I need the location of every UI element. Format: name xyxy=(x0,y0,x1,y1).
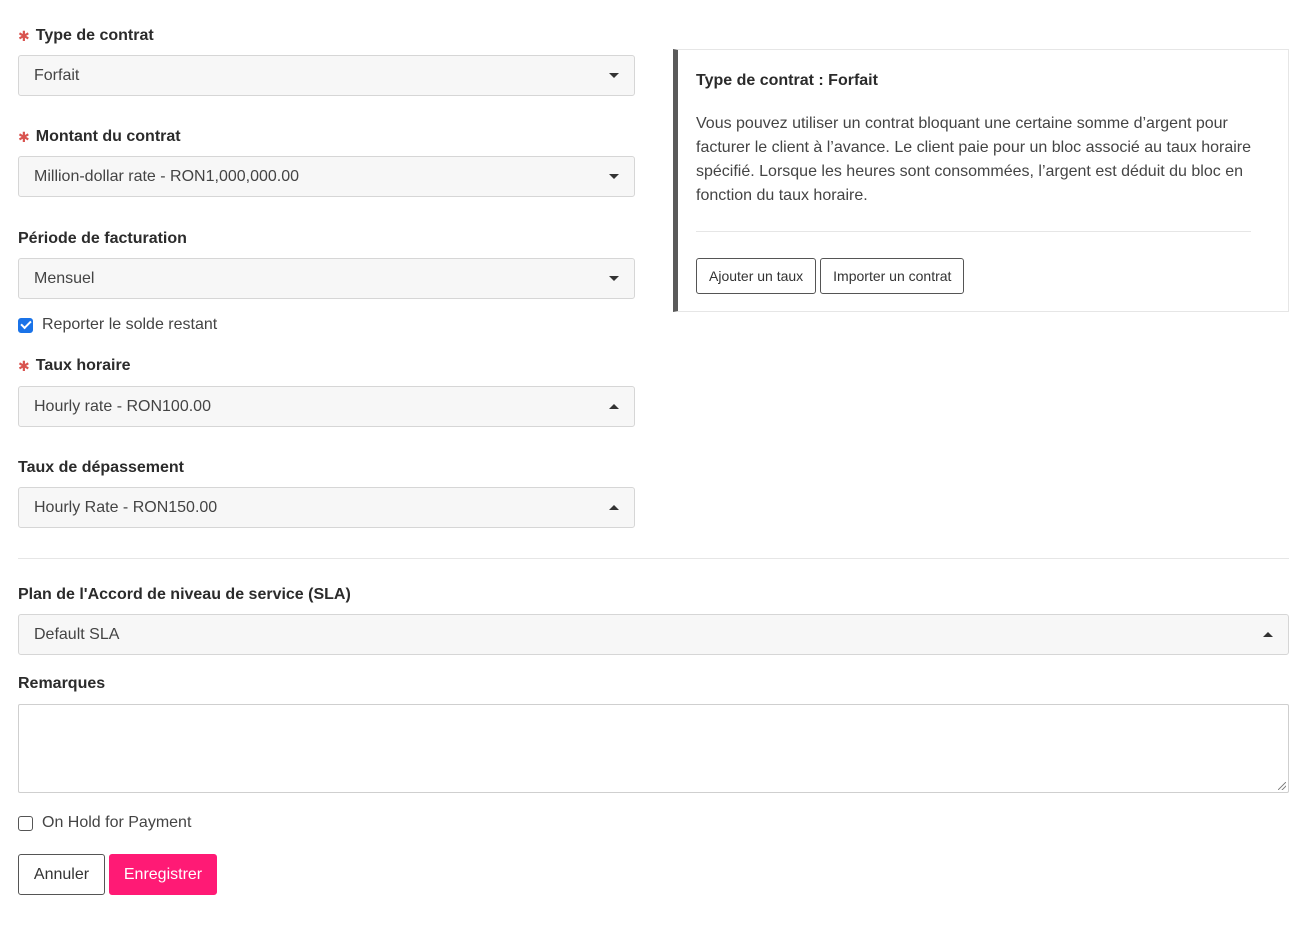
sla-plan-value: Default SLA xyxy=(34,625,120,643)
overage-rate-value: Hourly Rate - RON150.00 xyxy=(34,498,218,516)
caret-down-icon xyxy=(609,73,619,78)
resize-handle-icon[interactable] xyxy=(1278,782,1286,790)
required-asterisk-icon: ✱ xyxy=(18,357,30,374)
sla-plan-label: Plan de l'Accord de niveau de service (S… xyxy=(18,586,351,603)
caret-up-icon xyxy=(609,404,619,409)
caret-down-icon xyxy=(609,276,619,281)
on-hold-row: On Hold for Payment xyxy=(18,814,191,832)
overage-rate-select[interactable]: Hourly Rate - RON150.00 xyxy=(18,487,635,528)
on-hold-label: On Hold for Payment xyxy=(42,814,192,831)
cancel-button[interactable]: Annuler xyxy=(18,854,105,895)
overage-rate-label: Taux de dépassement xyxy=(18,459,184,476)
info-card-title: Type de contrat : Forfait xyxy=(696,72,878,89)
required-asterisk-icon: ✱ xyxy=(18,128,30,145)
remarks-label: Remarques xyxy=(18,675,106,692)
rollover-row: Reporter le solde restant xyxy=(18,316,217,334)
hourly-rate-value: Hourly rate - RON100.00 xyxy=(34,397,211,415)
section-divider xyxy=(18,558,1289,559)
remarks-textarea[interactable] xyxy=(18,704,1289,793)
info-card-actions: Ajouter un taux Importer un contrat xyxy=(696,258,1270,294)
caret-up-icon xyxy=(609,505,619,510)
contract-type-label-text: Type de contrat xyxy=(35,27,154,44)
import-contract-button[interactable]: Importer un contrat xyxy=(820,258,965,294)
billing-period-label: Période de facturation xyxy=(18,230,187,247)
billing-period-value: Mensuel xyxy=(34,269,95,287)
contract-amount-label: ✱ Montant du contrat xyxy=(18,128,181,146)
save-button[interactable]: Enregistrer xyxy=(109,854,217,895)
info-card-divider xyxy=(696,231,1251,232)
contract-amount-label-text: Montant du contrat xyxy=(35,128,181,145)
billing-period-select[interactable]: Mensuel xyxy=(18,258,635,299)
on-hold-checkbox[interactable] xyxy=(18,815,33,831)
caret-up-icon xyxy=(1263,632,1273,637)
contract-amount-select[interactable]: Million-dollar rate - RON1,000,000.00 xyxy=(18,156,635,197)
required-asterisk-icon: ✱ xyxy=(18,27,30,44)
info-card-description: Vous pouvez utiliser un contrat bloquant… xyxy=(696,115,1251,204)
contract-amount-value: Million-dollar rate - RON1,000,000.00 xyxy=(34,167,300,185)
caret-down-icon xyxy=(609,174,619,179)
contract-type-info-card: Type de contrat : Forfait Vous pouvez ut… xyxy=(673,49,1289,312)
hourly-rate-select[interactable]: Hourly rate - RON100.00 xyxy=(18,386,635,427)
rollover-checkbox[interactable] xyxy=(18,317,33,333)
sla-plan-select[interactable]: Default SLA xyxy=(18,614,1289,655)
rollover-label: Reporter le solde restant xyxy=(42,316,218,333)
add-rate-button[interactable]: Ajouter un taux xyxy=(696,258,817,294)
hourly-rate-label: ✱ Taux horaire xyxy=(18,357,131,375)
contract-type-select[interactable]: Forfait xyxy=(18,55,635,96)
contract-type-label: ✱ Type de contrat xyxy=(18,27,154,45)
hourly-rate-label-text: Taux horaire xyxy=(35,357,131,374)
contract-type-value: Forfait xyxy=(34,66,80,84)
